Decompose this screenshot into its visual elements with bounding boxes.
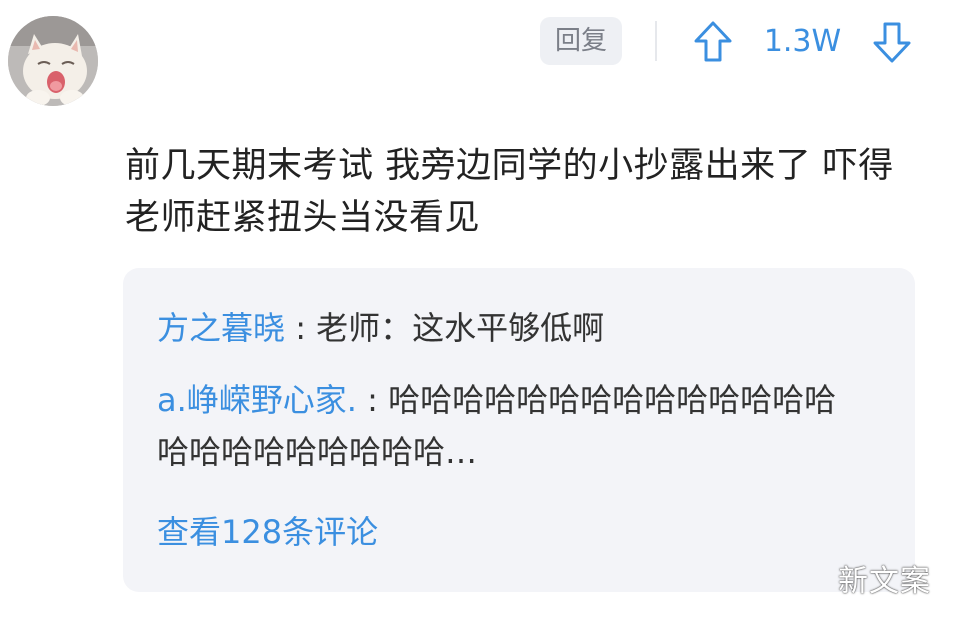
- reply-author[interactable]: 方之暮晓: [157, 309, 285, 347]
- reply-button[interactable]: 回复: [540, 17, 622, 65]
- reply-content: 老师：这水平够低啊: [316, 309, 605, 347]
- reply-author[interactable]: a.峥嵘野心家.: [157, 381, 357, 419]
- upvote-icon[interactable]: [693, 20, 733, 64]
- divider: [655, 21, 657, 61]
- reply-separator: :: [285, 309, 317, 347]
- watermark: 新文案: [838, 564, 931, 599]
- view-more-comments-link[interactable]: 查看128条评论: [157, 506, 378, 558]
- vote-count: 1.3W: [763, 24, 842, 59]
- comment-text: 前几天期末考试 我旁边同学的小抄露出来了 吓得老师赶紧扭头当没看见: [125, 146, 894, 238]
- reply-button-label: 回复: [554, 26, 607, 56]
- reply-separator: :: [356, 381, 389, 419]
- reply-item[interactable]: a.峥嵘野心家. : 哈哈哈哈哈哈哈哈哈哈哈哈哈哈哈哈哈哈哈哈哈哈哈…: [157, 374, 857, 478]
- replies-panel: 方之暮晓 : 老师：这水平够低啊 a.峥嵘野心家. : 哈哈哈哈哈哈哈哈哈哈哈哈…: [123, 268, 915, 592]
- reply-item[interactable]: 方之暮晓 : 老师：这水平够低啊: [157, 302, 604, 354]
- cat-avatar-image: [8, 16, 98, 106]
- avatar[interactable]: [8, 16, 98, 106]
- downvote-icon[interactable]: [872, 20, 912, 64]
